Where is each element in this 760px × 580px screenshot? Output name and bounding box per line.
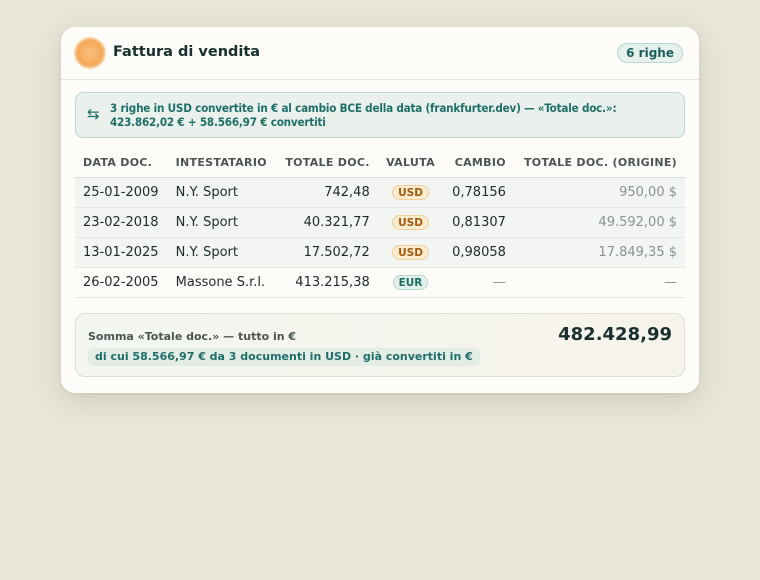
sun-orb-icon <box>74 37 106 69</box>
table-row[interactable]: 23-02-2018 N.Y. Sport 40.321,77 USD 0,81… <box>75 207 685 238</box>
cell-original-total: — <box>513 267 685 298</box>
currency-badge: USD <box>392 185 429 200</box>
summary-total-value: 482.428,99 <box>558 324 672 345</box>
invoice-table: DATA DOC. INTESTATARIO TOTALE DOC. VALUT… <box>75 147 685 298</box>
col-header-date[interactable]: DATA DOC. <box>75 147 168 178</box>
summary-label: Somma «Totale doc.» — tutto in € <box>88 330 297 343</box>
cell-holder: N.Y. Sport <box>167 207 277 238</box>
cell-rate: 0,98058 <box>443 237 514 268</box>
swap-arrows-icon: ⇆ <box>87 105 100 123</box>
cell-date: 25-01-2009 <box>75 177 168 208</box>
cell-rate: — <box>443 267 514 298</box>
currency-badge: USD <box>392 245 429 260</box>
col-header-currency[interactable]: VALUTA <box>377 147 444 178</box>
cell-total: 413.215,38 <box>276 267 378 298</box>
col-header-original-total[interactable]: TOTALE DOC. (ORIGINE) <box>513 147 685 178</box>
conversion-notice: ⇆ 3 righe in USD convertite in € al camb… <box>75 92 685 138</box>
cell-total: 40.321,77 <box>276 207 378 238</box>
col-header-total[interactable]: TOTALE DOC. <box>276 147 378 178</box>
cell-original-total: 950,00 $ <box>513 177 685 208</box>
col-header-rate[interactable]: CAMBIO <box>443 147 514 178</box>
card-header: Fattura di vendita 6 righe <box>61 27 699 80</box>
cell-total: 742,48 <box>276 177 378 208</box>
table-row[interactable]: 25-01-2009 N.Y. Sport 742,48 USD 0,78156… <box>75 177 685 208</box>
table-header-row: DATA DOC. INTESTATARIO TOTALE DOC. VALUT… <box>75 147 685 178</box>
summary-detail-chip: di cui 58.566,97 € da 3 documenti in USD… <box>88 348 480 366</box>
cell-total: 17.502,72 <box>276 237 378 268</box>
table-row[interactable]: 26-02-2005 Massone S.r.l. 413.215,38 EUR… <box>75 267 685 298</box>
rows-count-badge: 6 righe <box>617 43 683 63</box>
conversion-notice-text: 3 righe in USD convertite in € al cambio… <box>110 101 617 129</box>
table-row[interactable]: 13-01-2025 N.Y. Sport 17.502,72 USD 0,98… <box>75 237 685 268</box>
cell-holder: Massone S.r.l. <box>167 267 277 298</box>
cell-original-total: 49.592,00 $ <box>513 207 685 238</box>
col-header-holder[interactable]: INTESTATARIO <box>167 147 277 178</box>
page-title: Fattura di vendita <box>113 44 261 60</box>
cell-rate: 0,78156 <box>443 177 514 208</box>
total-summary: Somma «Totale doc.» — tutto in € di cui … <box>75 313 685 377</box>
cell-rate: 0,81307 <box>443 207 514 238</box>
cell-holder: N.Y. Sport <box>167 177 277 208</box>
cell-date: 26-02-2005 <box>75 267 168 298</box>
cell-date: 23-02-2018 <box>75 207 168 238</box>
cell-date: 13-01-2025 <box>75 237 168 268</box>
cell-holder: N.Y. Sport <box>167 237 277 268</box>
invoice-card: Fattura di vendita 6 righe ⇆ 3 righe in … <box>61 27 699 393</box>
currency-badge: EUR <box>392 275 429 290</box>
cell-original-total: 17.849,35 $ <box>513 237 685 268</box>
currency-badge: USD <box>392 215 429 230</box>
